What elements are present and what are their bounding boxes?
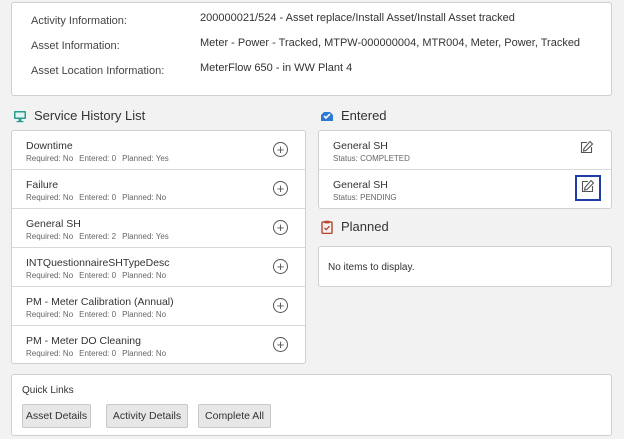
monitor-icon [13,109,27,123]
plus-icon: + [276,298,285,313]
service-history-item-title: Downtime [26,140,73,152]
entered-item-status: Status: COMPLETED [333,154,410,163]
activity-details-button[interactable]: Activity Details [106,404,188,428]
service-history-item-meta: Required: No Entered: 2 Planned: Yes [26,232,169,241]
edit-button[interactable] [576,138,598,160]
plus-icon: + [276,259,285,274]
entered-title: Entered [341,108,387,123]
service-history-item-title: Failure [26,179,59,191]
activity-info-value: 200000021/524 - Asset replace/Install As… [200,12,515,24]
service-history-item-meta: Required: No Entered: 0 Planned: No [26,310,167,319]
list-item: PM - Meter DO Cleaning Required: No Enter… [12,326,305,365]
list-item: Failure Required: No Entered: 0 Planned: N… [12,170,305,209]
list-item: General SH Status: PENDING [319,170,611,209]
entered-item-title: General SH [333,140,388,152]
asset-info-label: Asset Information: [31,40,120,52]
edit-button-highlighted[interactable] [575,175,601,201]
service-history-item-meta: Required: No Entered: 0 Planned: No [26,193,167,202]
plus-icon: + [276,337,285,352]
asset-location-value: MeterFlow 650 - in WW Plant 4 [200,62,353,74]
entered-header: Entered [320,108,387,123]
asset-info-value: Meter - Power - Tracked, MTPW-000000004,… [200,37,581,49]
service-history-header: Service History List [13,108,145,123]
plus-icon: + [276,181,285,196]
service-history-title: Service History List [34,108,146,123]
inbox-check-icon [320,109,334,123]
entered-item-title: General SH [333,179,388,191]
add-service-history-button[interactable]: + [273,181,288,196]
planned-list: No items to display. [318,246,612,287]
list-item: PM - Meter Calibration (Annual) Required… [12,287,305,326]
planned-header: Planned [320,219,389,234]
add-service-history-button[interactable]: + [273,337,288,352]
add-service-history-button[interactable]: + [273,220,288,235]
list-item: Downtime Required: No Entered: 0 Planned: … [12,131,305,170]
entered-item-status: Status: PENDING [333,193,397,202]
asset-location-label: Asset Location Information: [31,65,165,77]
add-service-history-button[interactable]: + [273,142,288,157]
service-history-item-meta: Required: No Entered: 0 Planned: Yes [26,154,169,163]
list-item: INTQuestionnaireSHTypeDesc Required: No E… [12,248,305,287]
entered-list: General SH Status: COMPLETED General SH … [318,130,612,209]
service-history-item-title: General SH [26,218,81,230]
service-history-item-meta: Required: No Entered: 0 Planned: No [26,349,167,358]
add-service-history-button[interactable]: + [273,259,288,274]
clipboard-icon [320,220,334,234]
edit-icon [581,179,595,198]
list-item: General SH Required: No Entered: 2 Planned… [12,209,305,248]
service-history-item-title: PM - Meter Calibration (Annual) [26,296,174,308]
quick-links-panel: Quick Links Asset Details Activity Detai… [11,374,612,436]
plus-icon: + [276,220,285,235]
complete-all-button[interactable]: Complete All [198,404,271,428]
service-history-list: Downtime Required: No Entered: 0 Planned: … [11,130,306,364]
asset-info-panel: Activity Information: 200000021/524 - As… [11,2,612,96]
asset-details-button[interactable]: Asset Details [22,404,91,428]
plus-icon: + [276,142,285,157]
planned-empty-message: No items to display. [328,262,415,273]
edit-icon [580,140,594,159]
add-service-history-button[interactable]: + [273,298,288,313]
service-history-item-title: INTQuestionnaireSHTypeDesc [26,257,170,269]
activity-info-label: Activity Information: [31,15,127,27]
service-history-item-title: PM - Meter DO Cleaning [26,335,141,347]
planned-title: Planned [341,219,389,234]
service-history-item-meta: Required: No Entered: 0 Planned: No [26,271,167,280]
quick-links-title: Quick Links [22,385,74,396]
list-item: General SH Status: COMPLETED [319,131,611,170]
